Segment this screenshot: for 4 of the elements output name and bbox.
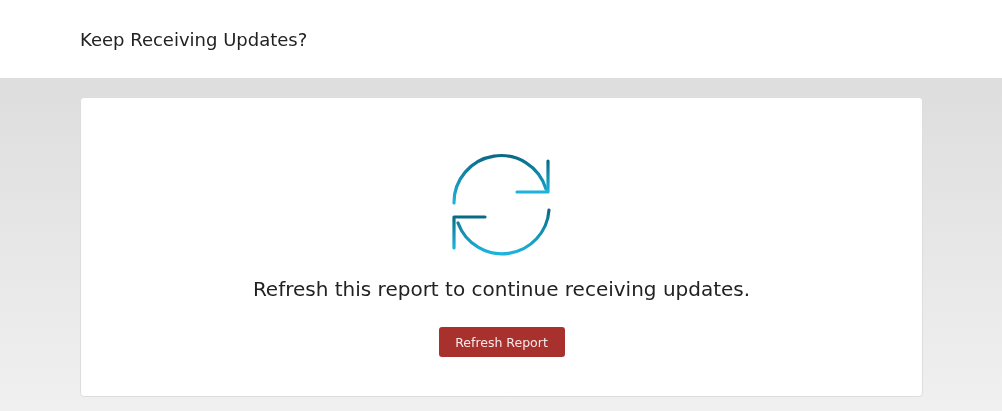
refresh-report-button[interactable]: Refresh Report (438, 327, 565, 357)
refresh-message: Refresh this report to continue receiving updates. (252, 277, 751, 301)
refresh-icon (449, 153, 554, 257)
page-title: Keep Receiving Updates? (80, 28, 308, 50)
